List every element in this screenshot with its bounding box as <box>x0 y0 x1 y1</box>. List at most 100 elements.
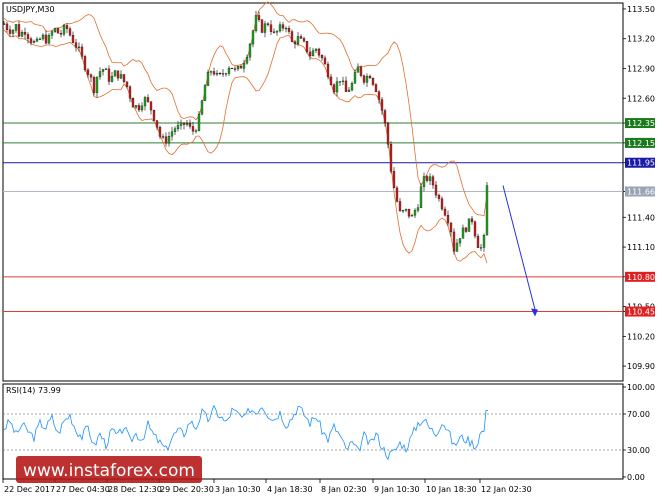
watermark: [ www.instaforex.com ] <box>11 456 207 483</box>
price-tick-label: 112.90 <box>627 64 655 73</box>
price-tick-label: 111.40 <box>627 213 655 222</box>
candle-body <box>401 210 405 212</box>
candle-body <box>65 25 69 29</box>
candle-body <box>407 208 411 217</box>
level-tag-label: 112.15 <box>627 139 655 148</box>
candle-body <box>302 38 306 42</box>
candle-body <box>266 23 270 25</box>
candle-body <box>293 41 297 45</box>
candle-body <box>215 72 219 75</box>
candle-body <box>197 114 201 131</box>
candle-body <box>392 171 396 189</box>
candle-body <box>11 30 15 34</box>
candle-body <box>62 25 66 35</box>
candle-body <box>203 85 207 101</box>
candle-body <box>461 227 465 239</box>
candle-body <box>83 56 87 71</box>
level-tag-label: 110.80 <box>627 273 655 282</box>
candle-body <box>209 71 213 73</box>
rsi-tick-label: 30.00 <box>627 446 650 455</box>
time-tick-label: 10 Jan 18:30 <box>426 485 477 494</box>
candle-body <box>227 67 231 74</box>
candle-body <box>356 66 360 73</box>
candle-body <box>347 89 351 92</box>
rsi-tick-label: 70.00 <box>627 410 650 419</box>
candle-body <box>341 80 345 82</box>
candle-body <box>440 198 444 210</box>
candle-body <box>50 31 54 36</box>
candle-body <box>131 98 135 108</box>
candle-body <box>437 194 441 199</box>
candle-body <box>137 105 141 111</box>
chart-root: 113.50 113.20 112.90 112.60 112.35 112.15 111.… <box>2 1 655 494</box>
candle-body <box>38 38 42 40</box>
candle-body <box>158 127 162 137</box>
candle-body <box>326 63 330 78</box>
candle-body <box>467 218 471 232</box>
candle-body <box>311 50 315 57</box>
candle-body <box>245 56 249 64</box>
candle-body <box>161 136 165 138</box>
candle-body <box>362 75 366 83</box>
candle-body <box>224 73 228 75</box>
time-tick-label: 8 Jan 02:30 <box>321 485 367 494</box>
candle-body <box>317 48 321 56</box>
candle-body <box>290 31 294 42</box>
candle-body <box>413 210 417 216</box>
candle-body <box>233 68 237 70</box>
candle-body <box>95 76 99 93</box>
candle-body <box>248 43 252 58</box>
candle-body <box>263 23 267 33</box>
candle-body <box>71 35 75 43</box>
candle-body <box>134 105 138 108</box>
candle-body <box>47 35 51 44</box>
candle-body <box>371 77 375 85</box>
candle-body <box>32 41 36 43</box>
candle-body <box>191 126 195 132</box>
candle-body <box>167 136 171 144</box>
candle-body <box>470 218 474 222</box>
candle-body <box>476 235 480 248</box>
candle-body <box>482 234 486 248</box>
candle-body <box>320 55 324 59</box>
candle-body <box>116 70 120 79</box>
price-tick-label: 112.60 <box>627 94 655 103</box>
candle-body <box>329 76 333 85</box>
time-tick-label: 12 Jan 02:30 <box>481 485 532 494</box>
candle-body <box>446 215 450 224</box>
candle-body <box>359 66 363 76</box>
candle-body <box>107 68 111 82</box>
candle-body <box>218 72 222 75</box>
time-tick-label: 22 Dec 2017 <box>4 485 55 494</box>
level-tag-label: 112.35 <box>627 119 655 128</box>
candle-body <box>56 28 60 34</box>
candle-body <box>194 130 198 132</box>
candle-body <box>410 215 414 217</box>
candle-body <box>434 184 438 196</box>
level-tag-label: 111.66 <box>627 188 655 197</box>
candle-body <box>173 128 177 132</box>
candle-body <box>41 34 45 40</box>
candle-body <box>299 36 303 39</box>
candle-body <box>389 144 393 172</box>
candle-body <box>308 51 312 57</box>
candle-body <box>419 186 423 208</box>
candle-body <box>128 86 132 99</box>
candle-body <box>473 221 477 237</box>
candle-body <box>23 32 27 35</box>
price-tick-label: 111.10 <box>627 243 655 252</box>
candle-body <box>269 24 273 32</box>
candle-body <box>287 28 291 32</box>
candle-body <box>164 136 168 144</box>
candle-body <box>59 33 63 35</box>
candle-body <box>5 23 9 30</box>
rsi-tick-label: 0.00 <box>627 473 645 482</box>
candle-body <box>365 75 369 83</box>
candle-body <box>398 201 402 211</box>
candle-body <box>278 24 282 32</box>
rsi-tick-label: 100.00 <box>627 383 655 392</box>
candle-body <box>221 73 225 75</box>
candle-body <box>140 105 144 111</box>
candle-body <box>125 81 129 87</box>
time-tick-label: 9 Jan 10:30 <box>374 485 420 494</box>
